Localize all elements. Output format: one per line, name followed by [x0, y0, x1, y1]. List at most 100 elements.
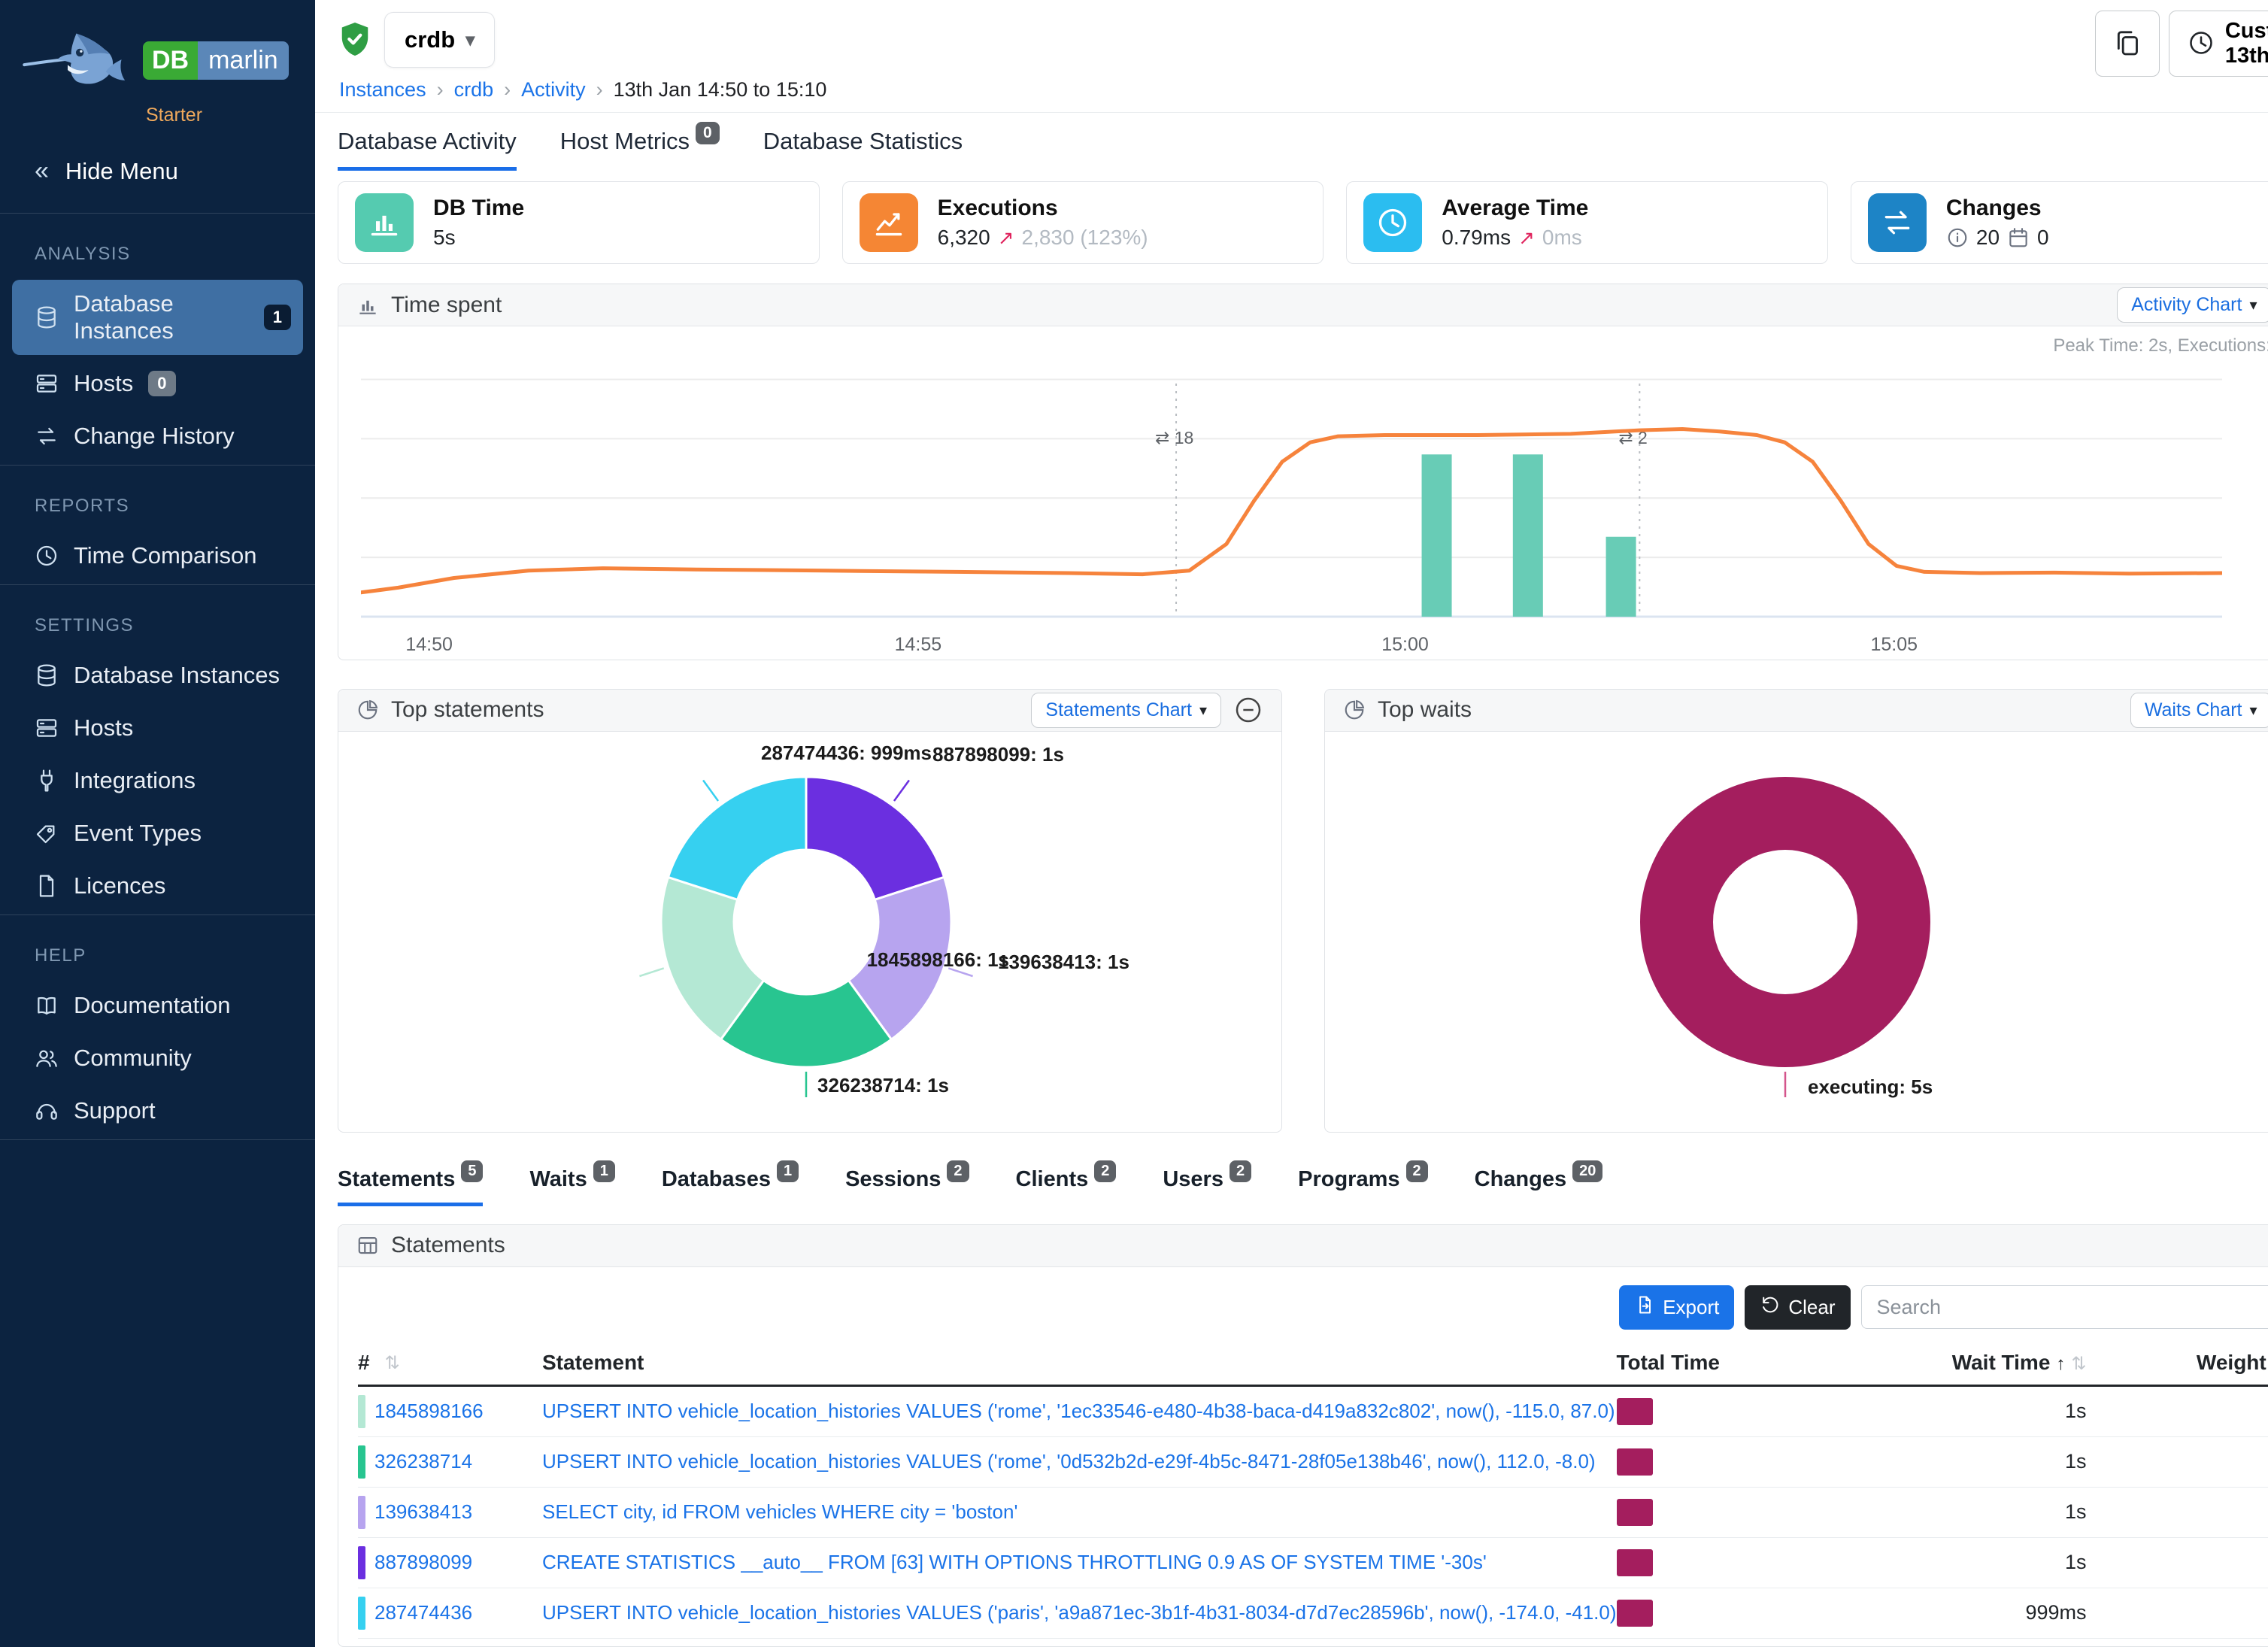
kpi-title: Changes: [1946, 196, 2049, 221]
col-header-weight[interactable]: Weight %: [2197, 1351, 2268, 1374]
total-time-bar: [1617, 1499, 1653, 1526]
total-time-bar: [1617, 1398, 1653, 1425]
tab-statements[interactable]: Statements5: [338, 1167, 483, 1206]
plug-icon: [35, 769, 59, 793]
collapse-panel-icon[interactable]: [1233, 695, 1263, 725]
kpi-title: DB Time: [433, 196, 524, 221]
sidebar-item-event-types[interactable]: Event Types: [12, 809, 303, 857]
statement-id-link[interactable]: 887898099: [374, 1551, 472, 1574]
breadcrumb-item-13th-jan-14-50-to-15-10: 13th Jan 14:50 to 15:10: [614, 78, 827, 102]
statement-link[interactable]: UPSERT INTO vehicle_location_histories V…: [542, 1400, 1615, 1422]
wait-time-value: 1s: [1763, 1500, 2087, 1524]
waits-donut-chart[interactable]: executing: 5s: [1325, 732, 2268, 1132]
sidebar-item-database-instances[interactable]: Database Instances: [12, 651, 303, 699]
statement-color-marker: [358, 1546, 365, 1579]
tab-clients[interactable]: Clients2: [1016, 1167, 1117, 1206]
sidebar-item-hosts[interactable]: Hosts: [12, 704, 303, 752]
kpi-value: 6,320↗2,830 (123%): [938, 226, 1148, 250]
sidebar-item-time-comparison[interactable]: Time Comparison: [12, 532, 303, 580]
waits-chart-select[interactable]: Waits Chart ▾: [2130, 693, 2268, 728]
copy-link-button[interactable]: [2095, 11, 2160, 77]
kpi-value: 200: [1946, 226, 2049, 250]
statement-id-link[interactable]: 1845898166: [374, 1400, 484, 1423]
export-button[interactable]: Export: [1619, 1285, 1734, 1330]
x-tick-label: 15:05: [1870, 634, 1918, 656]
waits-chart-select-label: Waits Chart: [2145, 699, 2242, 721]
breadcrumb-item-crdb[interactable]: crdb: [454, 78, 494, 102]
sidebar-section-title-help: HELP: [0, 920, 315, 977]
book-icon: [35, 993, 59, 1018]
statement-link[interactable]: UPSERT INTO vehicle_location_histories V…: [542, 1450, 1596, 1473]
statement-link[interactable]: CREATE STATISTICS __auto__ FROM [63] WIT…: [542, 1551, 1487, 1573]
instance-selector[interactable]: crdb ▾: [384, 12, 495, 68]
x-tick-label: 15:00: [1381, 634, 1429, 656]
breadcrumb-item-activity[interactable]: Activity: [521, 78, 586, 102]
sidebar-item-integrations[interactable]: Integrations: [12, 757, 303, 805]
activity-plot[interactable]: ⇄ 18⇄ 2: [361, 369, 2268, 628]
breadcrumb-item-instances[interactable]: Instances: [339, 78, 426, 102]
top-waits-panel: Top waits Waits Chart ▾ executing: 5s: [1324, 689, 2268, 1133]
sidebar-item-label: Database Instances: [74, 290, 249, 344]
statements-donut-chart[interactable]: 887898099: 1s139638413: 1s326238714: 1s1…: [338, 732, 1281, 1132]
sidebar-item-licences[interactable]: Licences: [12, 862, 303, 910]
activity-chart-area: Peak Time: 2s, Executions: 837 ⇄ 18⇄ 2 1…: [338, 326, 2268, 660]
weight-value: 20%: [2087, 1551, 2268, 1574]
statement-id-link[interactable]: 287474436: [374, 1601, 472, 1624]
caret-down-icon: ▾: [2249, 701, 2257, 720]
calendar-icon: [2007, 226, 2030, 249]
sidebar-item-support[interactable]: Support: [12, 1087, 303, 1135]
table-row: 287474436 UPSERT INTO vehicle_location_hi…: [358, 1588, 2268, 1639]
tab-host-metrics[interactable]: Host Metrics0: [560, 128, 720, 171]
tab-sessions[interactable]: Sessions2: [845, 1167, 969, 1206]
tab-database-statistics[interactable]: Database Statistics: [763, 128, 963, 171]
sort-icon[interactable]: ⇅: [2071, 1354, 2086, 1374]
tab-users[interactable]: Users2: [1163, 1167, 1251, 1206]
slice-label-139638413: 139638413: 1s: [998, 951, 1129, 974]
statements-chart-select[interactable]: Statements Chart ▾: [1031, 693, 1221, 728]
activity-chart-select[interactable]: Activity Chart ▾: [2117, 287, 2268, 323]
clear-button[interactable]: Clear: [1745, 1285, 1850, 1330]
trend-up-icon: ↗: [998, 226, 1014, 250]
sidebar-item-label: Event Types: [74, 820, 202, 847]
col-header-total-time[interactable]: Total Time: [1617, 1351, 1720, 1374]
statement-id-link[interactable]: 326238714: [374, 1450, 472, 1473]
tab-waits[interactable]: Waits1: [529, 1167, 614, 1206]
sort-asc-icon[interactable]: ↑: [2056, 1354, 2065, 1374]
panel-title: Time spent: [391, 293, 502, 318]
kpi-main-value: 5s: [433, 226, 456, 250]
statement-id-link[interactable]: 139638413: [374, 1500, 472, 1524]
weight-value: 20%: [2087, 1500, 2268, 1524]
hide-menu-button[interactable]: « Hide Menu: [0, 134, 315, 208]
caret-down-icon: ▾: [2249, 296, 2257, 314]
sidebar-item-hosts[interactable]: Hosts0: [12, 359, 303, 408]
time-range-button[interactable]: Custom 13th Jan: [2169, 11, 2268, 77]
col-header-statement[interactable]: Statement: [542, 1351, 644, 1374]
time-range-mode: Custom: [2225, 19, 2268, 44]
col-header-wait-time[interactable]: Wait Time: [1952, 1351, 2051, 1374]
kpi-card-executions: Executions6,320↗2,830 (123%): [842, 181, 1324, 264]
statements-chart-select-label: Statements Chart: [1045, 699, 1192, 721]
main-tabs: Database Activity Host Metrics0 Database S…: [315, 113, 2268, 171]
sidebar-item-community[interactable]: Community: [12, 1034, 303, 1082]
count-badge: 2: [947, 1160, 969, 1182]
tab-database-activity[interactable]: Database Activity: [338, 128, 517, 171]
sidebar-item-database-instances[interactable]: Database Instances1: [12, 280, 303, 355]
tab-label: Database Activity: [338, 128, 517, 155]
statement-link[interactable]: UPSERT INTO vehicle_location_histories V…: [542, 1601, 1617, 1624]
sidebar-item-change-history[interactable]: Change History: [12, 412, 303, 460]
col-header-id[interactable]: #: [358, 1351, 370, 1375]
export-label: Export: [1663, 1296, 1719, 1319]
sidebar-item-label: Community: [74, 1045, 192, 1072]
donut-row: Top statements Statements Chart ▾ 887898…: [338, 689, 2268, 1133]
hide-menu-label: Hide Menu: [65, 158, 178, 185]
tags-icon: [35, 821, 59, 845]
chevron-down-icon: ▾: [465, 29, 475, 51]
statement-link[interactable]: SELECT city, id FROM vehicles WHERE city…: [542, 1500, 1017, 1523]
tab-databases[interactable]: Databases1: [662, 1167, 799, 1206]
tab-programs[interactable]: Programs2: [1298, 1167, 1428, 1206]
sort-icon[interactable]: ⇅: [385, 1352, 400, 1374]
sidebar-item-documentation[interactable]: Documentation: [12, 981, 303, 1030]
kpi-card-average-time: Average Time0.79ms↗0ms: [1346, 181, 1828, 264]
search-input[interactable]: [1861, 1285, 2268, 1329]
tab-changes[interactable]: Changes20: [1475, 1167, 1603, 1206]
